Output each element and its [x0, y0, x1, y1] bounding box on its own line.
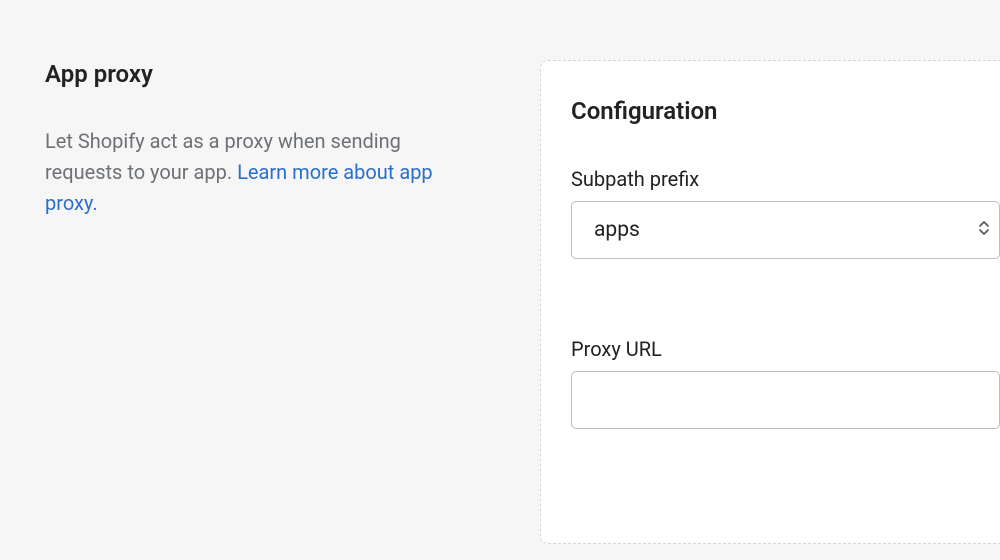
subpath-prefix-select-wrapper: apps — [571, 201, 1000, 259]
left-panel: App proxy Let Shopify act as a proxy whe… — [0, 60, 540, 544]
section-description: Let Shopify act as a proxy when sending … — [45, 126, 480, 219]
subpath-prefix-label: Subpath prefix — [571, 167, 1000, 191]
proxy-url-label: Proxy URL — [571, 337, 1000, 361]
section-title: App proxy — [45, 60, 480, 88]
subpath-prefix-field-group: Subpath prefix apps — [571, 167, 1000, 259]
subpath-prefix-select[interactable]: apps — [571, 201, 1000, 259]
proxy-url-input[interactable] — [571, 371, 1000, 429]
configuration-card: Configuration Subpath prefix apps Proxy … — [540, 60, 1000, 544]
proxy-url-field-group: Proxy URL — [571, 337, 1000, 429]
configuration-title: Configuration — [571, 97, 1000, 125]
